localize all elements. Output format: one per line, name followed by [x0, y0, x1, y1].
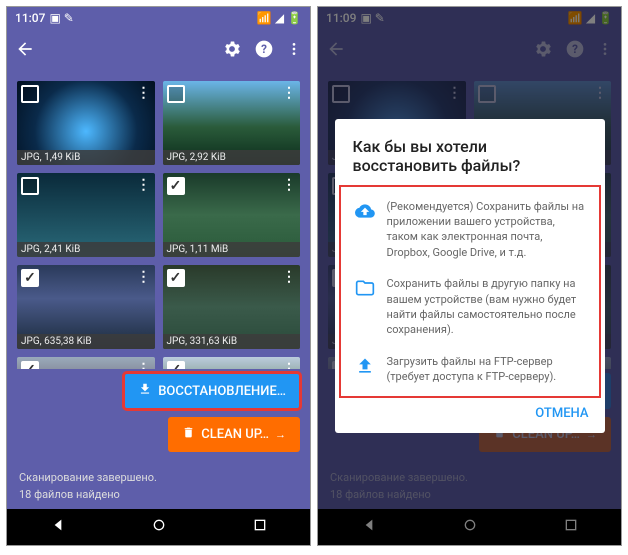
statusbar: 11:07 ▣ ✎ 📶 ◢ 🔋 [7, 7, 310, 29]
nav-back-icon[interactable] [50, 517, 66, 537]
cleanup-button[interactable]: CLEAN UP… → [168, 417, 300, 452]
option-ftp[interactable]: Загрузить файлы на FTP-сервер (требует д… [341, 346, 599, 393]
thumbnail[interactable]: ⋮ JPG, 1,11 MiB [163, 173, 301, 257]
notif-icon: ▣ ✎ [49, 11, 73, 25]
checkbox[interactable] [21, 177, 39, 195]
restore-label: ВОССТАНОВЛЕНИЕ… [158, 384, 286, 399]
thumb-more-icon[interactable]: ⋮ [282, 177, 296, 193]
thumbnail[interactable]: ⋮ JPG, 2,41 KiB [17, 173, 155, 257]
restore-button[interactable]: ВОССТАНОВЛЕНИЕ… [124, 373, 300, 409]
thumbnail[interactable]: ⋮ JPG, 635,38 KiB [17, 265, 155, 349]
checkbox[interactable] [167, 361, 185, 369]
thumb-more-icon[interactable]: ⋮ [137, 85, 151, 101]
thumbnail[interactable]: ⋮ JPG, 1,49 KiB [17, 81, 155, 165]
status-icons: 📶 ◢ 🔋 [257, 11, 302, 25]
thumb-caption: JPG, 635,38 KiB [17, 334, 155, 349]
thumb-caption: JPG, 331,63 KiB [163, 334, 301, 349]
option-cloud[interactable]: (Рекомендуется) Сохранить файлы на прило… [341, 191, 599, 269]
download-icon [138, 382, 152, 400]
dialog-options: (Рекомендуется) Сохранить файлы на прило… [339, 185, 601, 399]
thumb-more-icon[interactable]: ⋮ [282, 269, 296, 285]
cleanup-label: CLEAN UP… [201, 427, 269, 442]
help-icon[interactable]: ? [254, 39, 274, 63]
thumbnail[interactable]: ⋮ JPG, 2,92 KiB [163, 81, 301, 165]
checkbox[interactable] [21, 85, 39, 103]
nav-home-icon[interactable] [151, 517, 167, 537]
right-screen: 11:09▣ ✎ 📶 ◢ 🔋 ? ⋮JPG, 1,49 KiB⋮JPG, 2,9… [317, 6, 622, 546]
left-screen: 11:07 ▣ ✎ 📶 ◢ 🔋 ? ⋮ JPG, 1,49 KiB ⋮ JPG, 2,9… [6, 6, 311, 546]
thumb-caption: JPG, 2,92 KiB [163, 150, 301, 165]
thumbnail[interactable]: ⋮JPG, 926,85 KiB [163, 357, 301, 369]
cloud-upload-icon [355, 201, 375, 225]
more-icon[interactable] [286, 39, 302, 63]
status-text: Сканирование завершено. 18 файлов найден… [7, 466, 310, 509]
arrow-right-icon: → [275, 428, 286, 441]
thumbnail[interactable]: ⋮ JPG, 331,63 KiB [163, 265, 301, 349]
bottom-actions: ВОССТАНОВЛЕНИЕ… CLEAN UP… → [7, 369, 310, 466]
back-icon[interactable] [15, 39, 35, 63]
option-folder[interactable]: Сохранить файлы в другую папку на вашем … [341, 268, 599, 346]
checkbox[interactable] [21, 361, 39, 369]
thumb-caption: JPG, 2,41 KiB [17, 242, 155, 257]
thumb-more-icon[interactable]: ⋮ [282, 361, 296, 369]
nav-recent-icon[interactable] [252, 517, 268, 537]
gear-icon[interactable] [222, 39, 242, 63]
restore-dialog: Как бы вы хотели восстановить файлы? (Ре… [335, 119, 605, 434]
checkbox[interactable] [167, 269, 185, 287]
thumb-more-icon[interactable]: ⋮ [282, 85, 296, 101]
thumb-caption: JPG, 1,11 MiB [163, 242, 301, 257]
thumb-caption: JPG, 1,49 KiB [17, 150, 155, 165]
gallery[interactable]: ⋮ JPG, 1,49 KiB ⋮ JPG, 2,92 KiB ⋮ JPG, 2,41 K… [7, 73, 310, 369]
svg-text:?: ? [261, 42, 267, 56]
checkbox[interactable] [167, 177, 185, 195]
trash-icon [182, 426, 195, 443]
time: 11:07 [15, 11, 45, 25]
thumbnail[interactable]: ⋮JPG, 411,05 KiB [17, 357, 155, 369]
upload-icon [355, 356, 375, 380]
appbar: ? [7, 29, 310, 73]
thumb-more-icon[interactable]: ⋮ [137, 177, 151, 193]
checkbox[interactable] [167, 85, 185, 103]
dialog-overlay[interactable]: Как бы вы хотели восстановить файлы? (Ре… [318, 7, 621, 545]
thumb-more-icon[interactable]: ⋮ [137, 361, 151, 369]
cancel-button[interactable]: ОТМЕНА [535, 406, 588, 421]
dialog-title: Как бы вы хотели восстановить файлы? [335, 137, 605, 185]
checkbox[interactable] [21, 269, 39, 287]
navbar [7, 509, 310, 545]
folder-icon [355, 278, 375, 302]
thumb-more-icon[interactable]: ⋮ [137, 269, 151, 285]
